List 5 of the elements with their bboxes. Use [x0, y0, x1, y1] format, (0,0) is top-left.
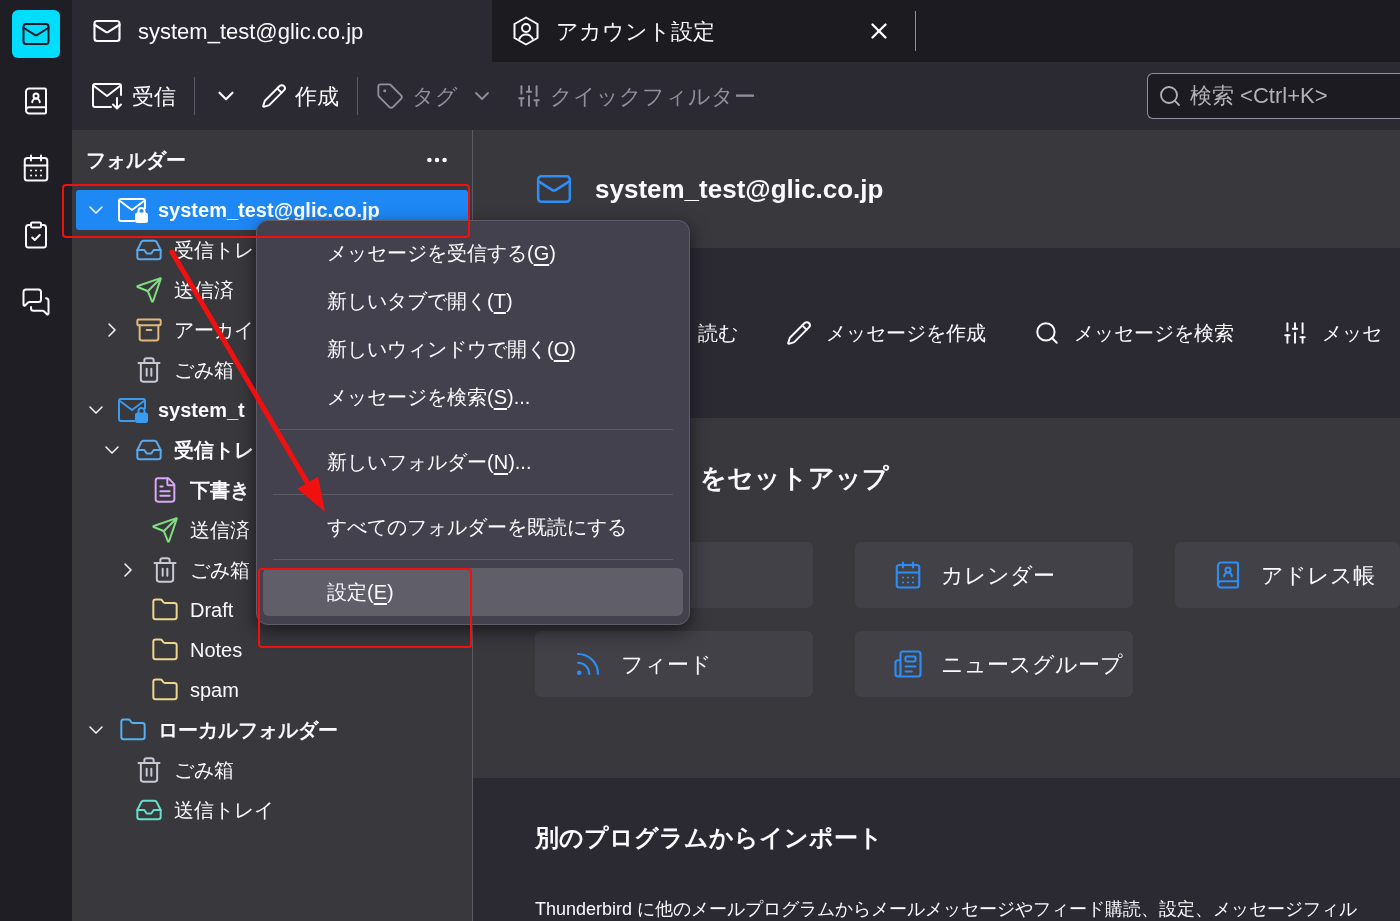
folder-pane-title: フォルダー — [86, 148, 186, 173]
import-heading: 別のプログラムからインポート — [535, 823, 883, 853]
import-description: Thunderbird に他のメールプログラムからメールメッセージやフィード購読、設定、メッセージフィル — [535, 899, 1358, 919]
setup-heading: をセットアップ — [700, 461, 889, 495]
account-title: system_test@glic.co.jp — [595, 172, 884, 206]
